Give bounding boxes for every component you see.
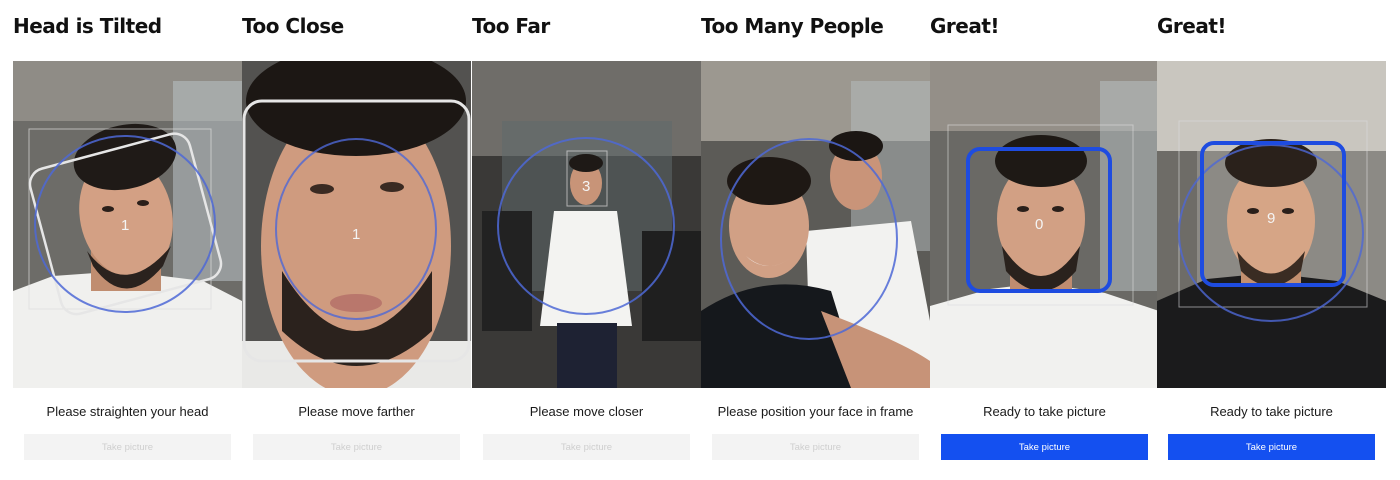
take-picture-button[interactable]: Take picture [712, 434, 919, 460]
status-message: Please move closer [529, 404, 644, 419]
panel-head-tilted: Head is Tilted 1 Please straighten your … [13, 0, 242, 480]
camera-preview: 1 [242, 61, 471, 388]
camera-feed-image: 1 [13, 61, 242, 388]
camera-feed-image: 0 [930, 61, 1159, 388]
take-picture-button[interactable]: Take picture [483, 434, 690, 460]
take-picture-button[interactable]: Take picture [24, 434, 231, 460]
panel-great-1: Great! 0 Ready to take picture Take pict… [930, 0, 1159, 480]
camera-preview: 0 [930, 61, 1159, 388]
status-message: Please position your face in frame [717, 404, 914, 419]
countdown-number: 3 [582, 178, 590, 195]
camera-feed-image: 3 [472, 61, 701, 388]
camera-preview: 9 [1157, 61, 1386, 388]
status-message: Please move farther [298, 404, 415, 419]
status-message: Ready to take picture [983, 404, 1106, 419]
take-picture-button[interactable]: Take picture [253, 434, 460, 460]
camera-preview [701, 61, 930, 388]
take-picture-button[interactable]: Take picture [1168, 434, 1375, 460]
countdown-number: 9 [1267, 210, 1275, 227]
status-message: Please straighten your head [46, 404, 209, 419]
camera-preview: 1 [13, 61, 242, 388]
panel-great-2: Great! 9 Ready to take picture Take pict… [1157, 0, 1386, 480]
countdown-number: 0 [1035, 216, 1043, 233]
camera-feed-image: 9 [1157, 61, 1386, 388]
panel-too-many-people: Too Many People Please position your fac… [701, 0, 930, 480]
panel-title: Too Many People [701, 14, 884, 38]
panel-title: Head is Tilted [13, 14, 162, 38]
countdown-number: 1 [121, 217, 129, 234]
status-message: Ready to take picture [1210, 404, 1333, 419]
camera-feed-image [701, 61, 930, 388]
panel-title: Too Close [242, 14, 344, 38]
take-picture-button[interactable]: Take picture [941, 434, 1148, 460]
panel-title: Great! [930, 14, 1000, 38]
camera-preview: 3 [472, 61, 701, 388]
countdown-number: 1 [352, 226, 360, 243]
panel-too-far: Too Far 3 Please move closer Take pictur… [472, 0, 701, 480]
panel-too-close: Too Close 1 Please move farther Take pic… [242, 0, 471, 480]
camera-feed-image: 1 [242, 61, 471, 388]
panel-title: Great! [1157, 14, 1227, 38]
panel-title: Too Far [472, 14, 550, 38]
